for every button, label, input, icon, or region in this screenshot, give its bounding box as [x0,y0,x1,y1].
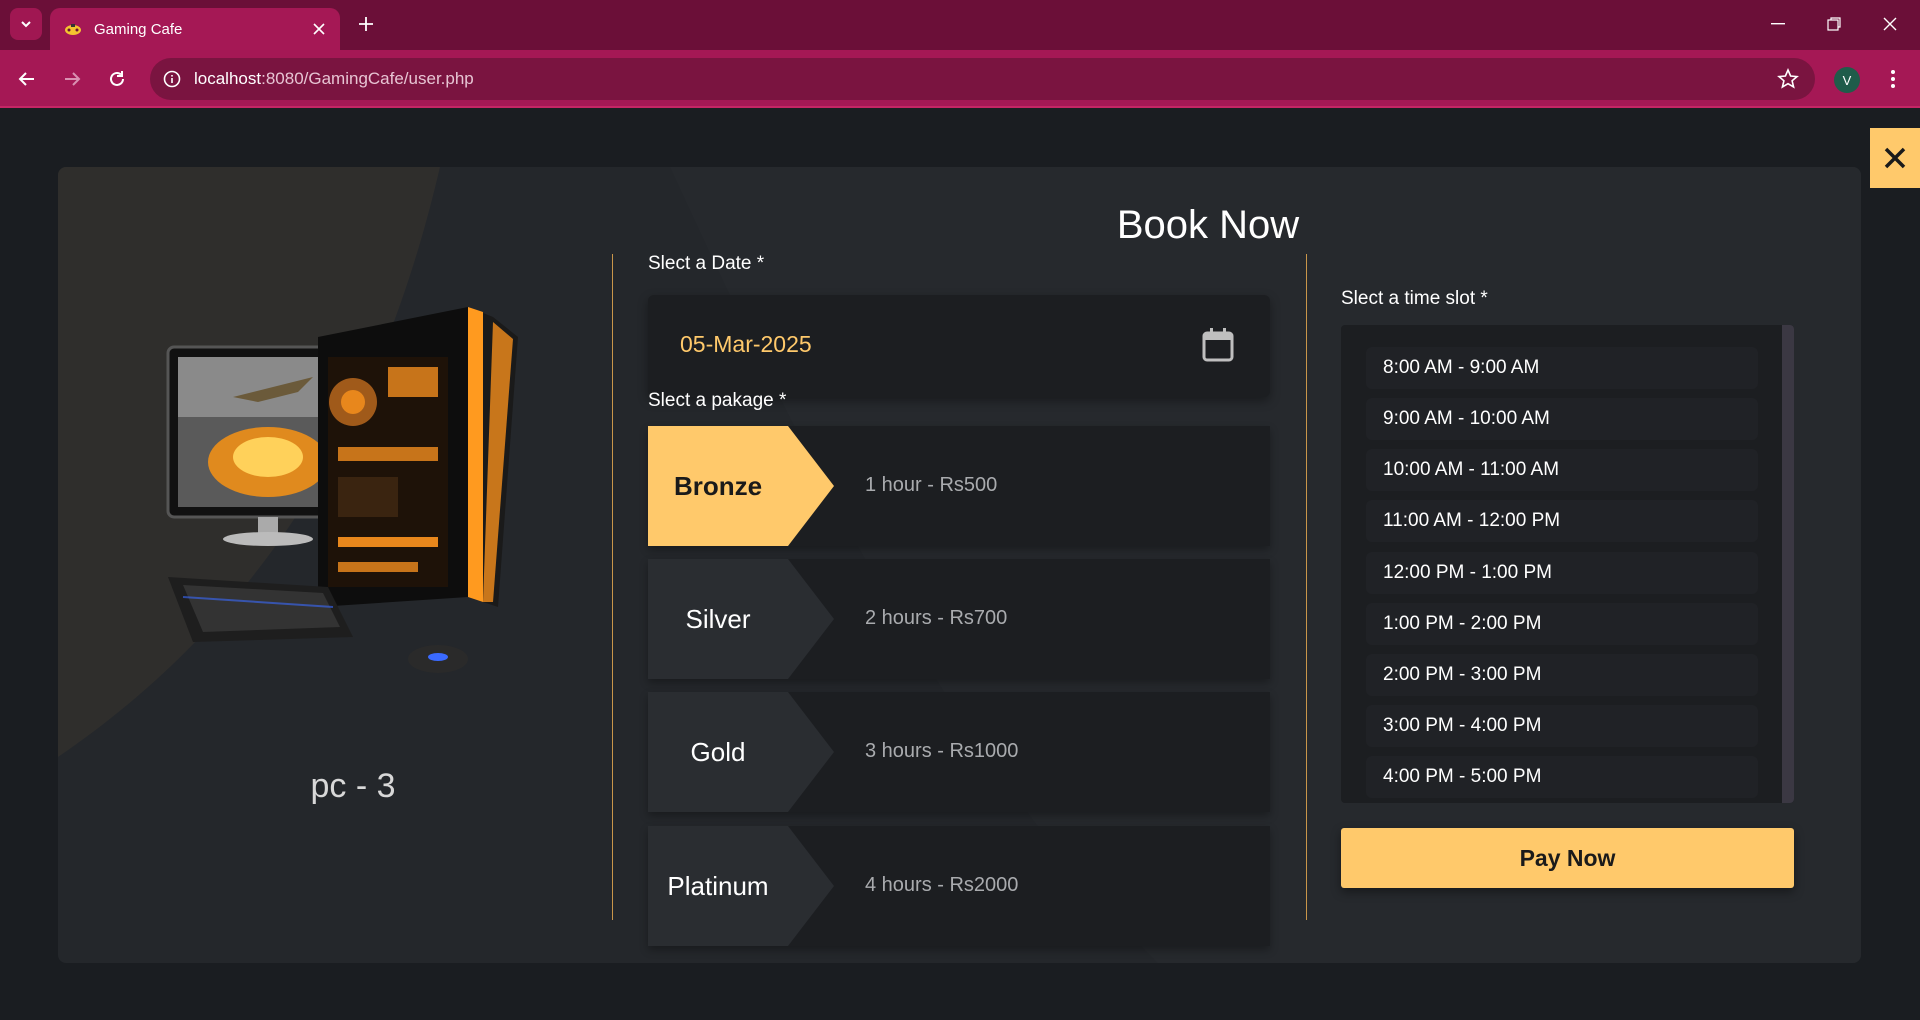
chevron-down-icon [21,21,31,28]
package-tag: Silver [648,559,834,679]
time-slot-item[interactable]: 4:00 PM - 5:00 PM [1366,756,1758,798]
date-value: 05-Mar-2025 [680,331,812,357]
arrow-right-icon [65,72,81,86]
pay-now-button[interactable]: Pay Now [1341,828,1794,888]
back-button[interactable] [9,61,45,97]
calendar-icon[interactable] [1202,328,1234,362]
time-slot-item[interactable]: 9:00 AM - 10:00 AM [1366,398,1758,440]
date-input[interactable]: 05-Mar-2025 [648,295,1270,397]
package-name: Platinum [667,870,769,901]
booking-title: Book Now [1116,203,1300,247]
tab-close-button[interactable] [304,14,334,44]
close-window-button[interactable] [1862,0,1918,48]
package-tag: Platinum [648,826,834,946]
reload-button[interactable] [99,61,135,97]
date-label: Slect a Date * [648,253,765,274]
left-divider [612,254,613,920]
package-option-bronze[interactable]: Bronze 1 hour - Rs500 [648,426,1270,546]
right-divider [1306,254,1307,920]
url-host: localhost [194,69,262,88]
pc-name: pc - 3 [310,767,396,805]
info-icon [163,70,181,88]
tab-title: Gaming Cafe [94,20,183,38]
browser-tab-bar: Gaming Cafe [0,0,1920,50]
forward-button[interactable] [54,61,90,97]
package-tag: Bronze [648,426,834,546]
close-icon [1884,147,1906,169]
time-slot-list[interactable]: 8:00 AM - 9:00 AM 9:00 AM - 10:00 AM 10:… [1341,325,1794,803]
close-icon [313,23,325,35]
arrow-left-icon [18,72,34,86]
package-description: 4 hours - Rs2000 [865,874,1019,896]
package-tag: Gold [648,692,834,812]
package-description: 1 hour - Rs500 [865,474,998,496]
booking-card: pc - 3 Book Now Slect a Date * 05-Mar-20… [58,167,1861,963]
reload-icon [110,71,124,86]
gaming-pc-image [166,307,518,673]
package-option-gold[interactable]: Gold 3 hours - Rs1000 [648,692,1270,812]
package-label: Slect a pakage * [648,390,787,411]
time-slot-item[interactable]: 10:00 AM - 11:00 AM [1366,449,1758,491]
site-info-button[interactable] [150,58,194,100]
package-option-silver[interactable]: Silver 2 hours - Rs700 [648,559,1270,679]
kebab-icon [1891,70,1895,88]
url-text[interactable]: localhost:8080/GamingCafe/user.php [194,69,474,89]
close-icon [1883,17,1897,31]
restore-button[interactable] [1806,0,1862,48]
minimize-icon [1771,23,1785,25]
gamepad-icon [64,22,82,36]
package-name: Silver [685,603,751,634]
star-icon [1777,67,1799,89]
time-slot-item[interactable]: 1:00 PM - 2:00 PM [1366,603,1758,645]
time-slot-item[interactable]: 3:00 PM - 4:00 PM [1366,705,1758,747]
time-slot-item[interactable]: 2:00 PM - 3:00 PM [1366,654,1758,696]
restore-icon [1827,17,1841,31]
plus-icon [359,17,373,31]
browser-toolbar: localhost:8080/GamingCafe/user.php [0,50,1920,108]
new-tab-button[interactable] [350,8,382,40]
time-slot-label: Slect a time slot * [1341,288,1488,309]
time-slot-item[interactable]: 11:00 AM - 12:00 PM [1366,500,1758,542]
time-slot-item[interactable]: 12:00 PM - 1:00 PM [1366,552,1758,594]
bookmark-button[interactable] [1777,67,1799,90]
scrollbar-thumb[interactable] [1782,325,1794,803]
package-description: 2 hours - Rs700 [865,607,1008,629]
package-name: Bronze [673,470,763,501]
profile-avatar[interactable]: V [1834,67,1860,93]
package-description: 3 hours - Rs1000 [865,740,1019,762]
address-bar[interactable]: localhost:8080/GamingCafe/user.php [150,58,1815,100]
package-name: Gold [690,736,746,767]
time-slot-item[interactable]: 8:00 AM - 9:00 AM [1366,347,1758,389]
browser-menu-button[interactable] [1878,62,1908,96]
url-path: :8080/GamingCafe/user.php [261,69,474,88]
minimize-button[interactable] [1750,0,1806,48]
package-option-platinum[interactable]: Platinum 4 hours - Rs2000 [648,826,1270,946]
close-modal-button[interactable] [1870,128,1920,188]
tab-search-button[interactable] [10,8,42,40]
browser-tab[interactable]: Gaming Cafe [50,8,340,50]
